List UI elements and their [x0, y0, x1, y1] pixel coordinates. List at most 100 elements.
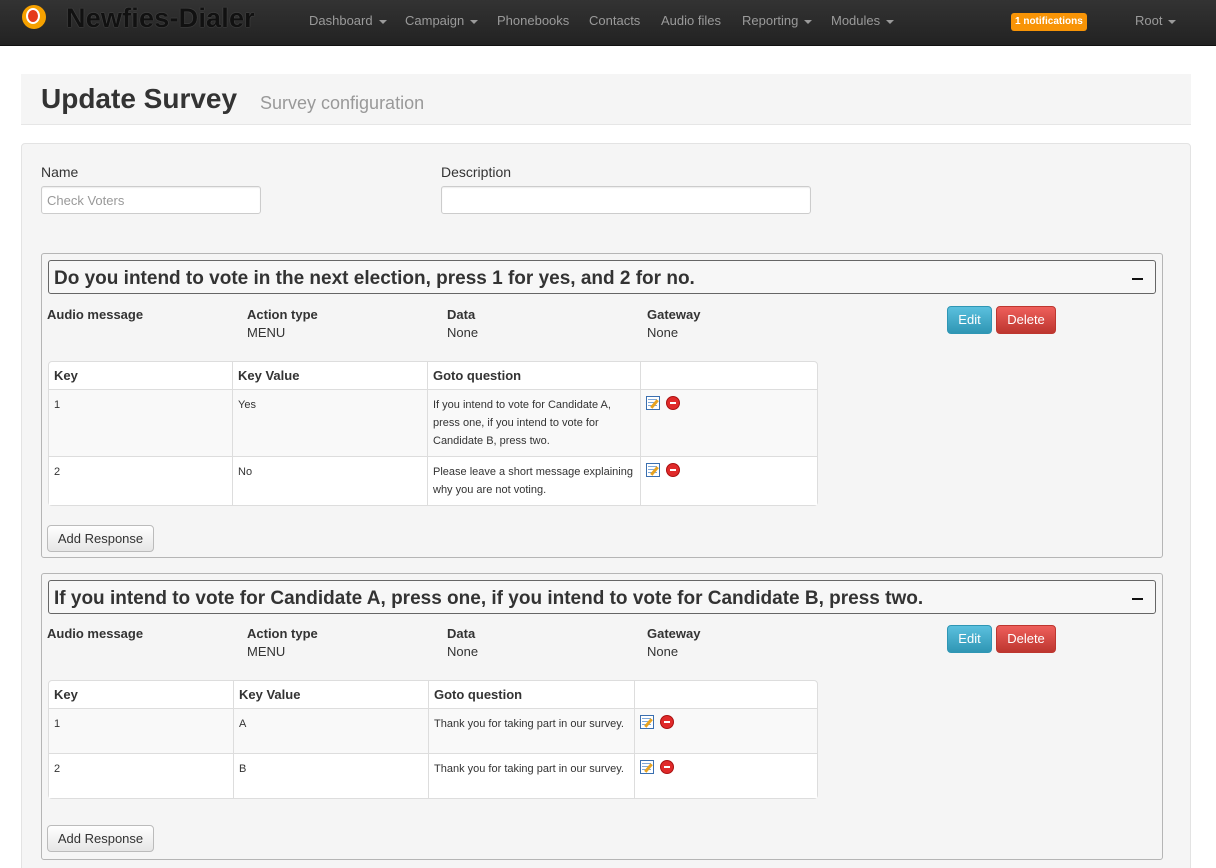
- data-label: Data: [447, 307, 476, 322]
- response-key: 2: [49, 456, 232, 505]
- collapse-icon[interactable]: [1132, 278, 1143, 280]
- edit-icon[interactable]: [640, 760, 654, 774]
- data-value: None: [447, 325, 479, 340]
- nav-audio-files-label: Audio files: [661, 13, 721, 28]
- response-actions: [640, 456, 817, 505]
- response-actions: [634, 708, 817, 753]
- delete-question-button[interactable]: Delete: [996, 306, 1056, 334]
- caret-down-icon: [470, 19, 479, 24]
- table-row: 1 A Thank you for taking part in our sur…: [49, 708, 817, 753]
- table-row: 2 B Thank you for taking part in our sur…: [49, 753, 817, 798]
- caret-down-icon: [378, 19, 387, 24]
- delete-question-button[interactable]: Delete: [996, 625, 1056, 653]
- user-menu[interactable]: Root: [1135, 13, 1177, 28]
- nav-phonebooks-label: Phonebooks: [497, 13, 570, 28]
- nav-dashboard-label: Dashboard: [309, 13, 373, 28]
- response-key-value: No: [232, 456, 427, 505]
- action-type-label: Action type: [247, 626, 318, 641]
- navbar: Newfies-Dialer Dashboard Campaign Phoneb…: [0, 0, 1216, 46]
- question-title: Do you intend to vote in the next electi…: [54, 268, 695, 289]
- page-subtitle: Survey configuration: [260, 93, 425, 113]
- name-input[interactable]: [41, 186, 261, 214]
- nav-campaign[interactable]: Campaign: [405, 13, 479, 28]
- user-name: Root: [1135, 13, 1163, 28]
- page-header: Update Survey Survey configuration: [21, 74, 1191, 125]
- nav-modules-label: Modules: [831, 13, 881, 28]
- delete-icon[interactable]: [666, 463, 680, 477]
- col-actions-header: [640, 362, 817, 389]
- table-header-row: Key Key Value Goto question: [49, 362, 817, 389]
- question-title-bar[interactable]: Do you intend to vote in the next electi…: [48, 260, 1156, 294]
- response-key-value: A: [233, 708, 428, 753]
- response-key: 1: [49, 708, 233, 753]
- add-response-button[interactable]: Add Response: [47, 825, 154, 852]
- nav-modules[interactable]: Modules: [831, 13, 895, 28]
- brand-title[interactable]: Newfies-Dialer: [66, 3, 255, 34]
- delete-icon[interactable]: [660, 760, 674, 774]
- responses-table: Key Key Value Goto question 1 A Thank yo…: [48, 680, 818, 799]
- action-type-value: MENU: [247, 644, 286, 659]
- nav-dashboard[interactable]: Dashboard: [309, 13, 387, 28]
- action-type-label: Action type: [247, 307, 318, 322]
- table-row: 2 No Please leave a short message explai…: [49, 456, 817, 505]
- col-key-header: Key: [54, 687, 78, 702]
- audio-message-label: Audio message: [47, 307, 144, 322]
- gateway-label: Gateway: [647, 307, 701, 322]
- delete-icon[interactable]: [666, 396, 680, 410]
- response-actions: [640, 389, 817, 456]
- edit-question-button[interactable]: Edit: [947, 625, 992, 653]
- col-goto-header: Goto question: [427, 362, 640, 389]
- response-key: 1: [49, 389, 232, 456]
- nav-campaign-label: Campaign: [405, 13, 465, 28]
- response-goto: Thank you for taking part in our survey.: [428, 708, 634, 753]
- table-row: 1 Yes If you intend to vote for Candidat…: [49, 389, 817, 456]
- response-goto: If you intend to vote for Candidate A, p…: [427, 389, 640, 456]
- description-label: Description: [441, 164, 512, 180]
- notifications-badge[interactable]: 1 notifications: [1011, 13, 1087, 31]
- question-panel: If you intend to vote for Candidate A, p…: [41, 573, 1163, 860]
- col-key-value-header: Key Value: [232, 362, 427, 389]
- page-title: Update Survey: [41, 83, 238, 114]
- edit-icon[interactable]: [646, 463, 660, 477]
- data-label: Data: [447, 626, 476, 641]
- question-title: If you intend to vote for Candidate A, p…: [54, 588, 924, 609]
- col-key-header: Key: [54, 368, 78, 383]
- responses-table: Key Key Value Goto question 1 Yes If you…: [48, 361, 818, 506]
- nav-audio-files[interactable]: Audio files: [661, 13, 721, 28]
- nav-reporting-label: Reporting: [742, 13, 799, 28]
- question-title-bar[interactable]: If you intend to vote for Candidate A, p…: [48, 580, 1156, 614]
- nav-contacts[interactable]: Contacts: [589, 13, 640, 28]
- delete-icon[interactable]: [660, 715, 674, 729]
- data-value: None: [447, 644, 479, 659]
- caret-down-icon: [886, 19, 895, 24]
- newfies-logo-icon[interactable]: [22, 5, 46, 29]
- edit-icon[interactable]: [640, 715, 654, 729]
- col-actions-header: [634, 681, 817, 708]
- response-goto: Please leave a short message explaining …: [427, 456, 640, 505]
- description-input[interactable]: [441, 186, 811, 214]
- col-key-value-header: Key Value: [233, 681, 428, 708]
- response-key-value: Yes: [232, 389, 427, 456]
- audio-message-label: Audio message: [47, 626, 144, 641]
- col-goto-header: Goto question: [428, 681, 634, 708]
- table-header-row: Key Key Value Goto question: [49, 681, 817, 708]
- edit-icon[interactable]: [646, 396, 660, 410]
- add-response-button[interactable]: Add Response: [47, 525, 154, 552]
- gateway-value: None: [647, 644, 679, 659]
- collapse-icon[interactable]: [1132, 598, 1143, 600]
- gateway-value: None: [647, 325, 679, 340]
- question-panel: Do you intend to vote in the next electi…: [41, 253, 1163, 558]
- edit-question-button[interactable]: Edit: [947, 306, 992, 334]
- action-type-value: MENU: [247, 325, 286, 340]
- name-label: Name: [41, 164, 79, 180]
- nav-phonebooks[interactable]: Phonebooks: [497, 13, 569, 28]
- response-key: 2: [49, 753, 233, 798]
- response-key-value: B: [233, 753, 428, 798]
- nav-contacts-label: Contacts: [589, 13, 641, 28]
- caret-down-icon: [804, 19, 813, 24]
- nav-reporting[interactable]: Reporting: [742, 13, 813, 28]
- gateway-label: Gateway: [647, 626, 701, 641]
- response-actions: [634, 753, 817, 798]
- response-goto: Thank you for taking part in our survey.: [428, 753, 634, 798]
- caret-down-icon: [1168, 19, 1177, 24]
